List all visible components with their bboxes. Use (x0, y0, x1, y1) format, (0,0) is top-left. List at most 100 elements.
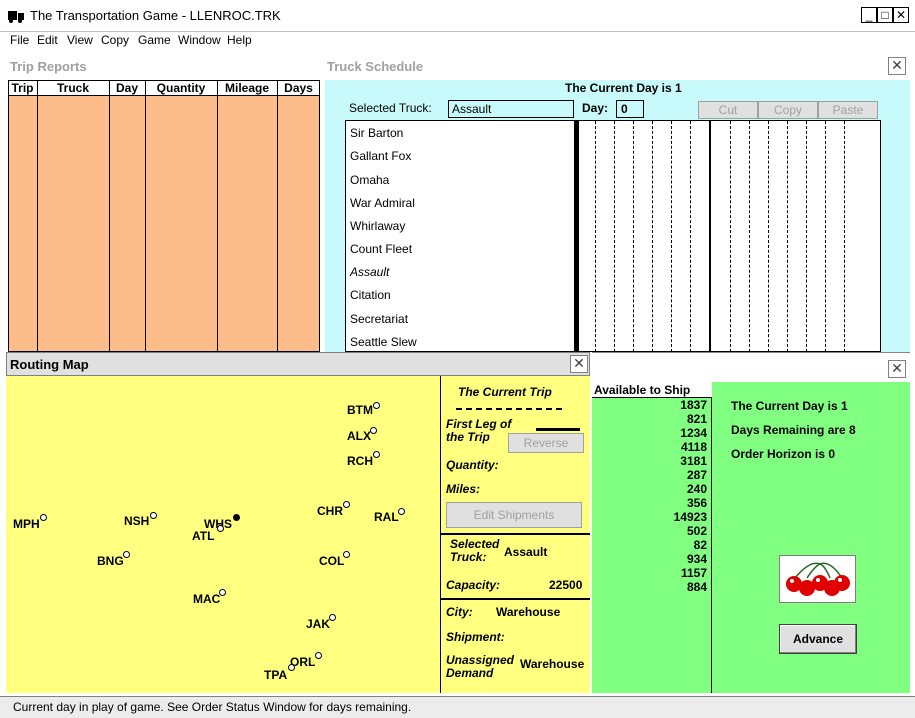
edit-shipments-button[interactable]: Edit Shipments (446, 502, 582, 528)
menu-view[interactable]: View (67, 33, 93, 47)
menu-edit[interactable]: Edit (37, 33, 58, 47)
grid-line (730, 121, 731, 352)
city-label: MAC (193, 592, 221, 606)
unassigned-demand-value: Warehouse (520, 657, 585, 671)
grid-line (825, 121, 826, 352)
available-value: 934 (686, 552, 707, 566)
grid-line (749, 121, 750, 352)
grid-separator (709, 121, 711, 352)
truck-item[interactable]: Gallant Fox (350, 149, 411, 163)
city-pin[interactable] (217, 525, 224, 532)
order-status-close-icon[interactable]: ✕ (888, 360, 906, 378)
cherries-icon (779, 555, 856, 603)
available-value: 82 (693, 538, 707, 552)
truck-item[interactable]: War Admiral (350, 196, 415, 210)
truck-item-selected[interactable]: Assault (350, 265, 389, 279)
maximize-button[interactable]: □ (877, 7, 893, 23)
city-pin[interactable] (288, 664, 295, 671)
city-pin[interactable] (219, 589, 226, 596)
city-label: BNG (97, 554, 124, 568)
city-pin[interactable] (343, 501, 350, 508)
available-value: 356 (686, 496, 707, 510)
order-status-titlebar (592, 352, 910, 382)
status-bar: Current day in play of game. See Order S… (0, 696, 915, 718)
available-value: 3181 (680, 454, 707, 468)
city-label: MPH (13, 517, 40, 531)
available-value: 1157 (680, 566, 707, 580)
col-trip[interactable]: Trip (8, 81, 37, 95)
trip-col-divider (145, 80, 146, 352)
city-pin[interactable] (373, 402, 380, 409)
col-truck[interactable]: Truck (37, 81, 109, 95)
schedule-close-icon[interactable]: ✕ (888, 57, 906, 75)
available-value: 1234 (680, 426, 707, 440)
available-value: 287 (686, 468, 707, 482)
trip-col-divider (277, 80, 278, 352)
minimize-button[interactable]: _ (861, 7, 877, 23)
routing-map-title: Routing Map (10, 357, 89, 372)
menu-window[interactable]: Window (178, 33, 221, 47)
city-pin[interactable] (315, 652, 322, 659)
city-label: COL (319, 554, 345, 568)
available-value: 821 (686, 412, 707, 426)
paste-button[interactable]: Paste (818, 101, 878, 119)
available-value: 4118 (680, 440, 707, 454)
col-quantity[interactable]: Quantity (145, 81, 217, 95)
days-remaining: Days Remaining are 8 (731, 423, 856, 437)
col-mileage[interactable]: Mileage (217, 81, 277, 95)
order-current-day: The Current Day is 1 (731, 399, 848, 413)
first-leg-line (536, 428, 580, 431)
truck-item[interactable]: Citation (350, 288, 391, 302)
grid-line (787, 121, 788, 352)
grid-line (633, 121, 634, 352)
city-label: RAL (374, 510, 399, 524)
city-pin[interactable] (370, 427, 377, 434)
grid-line (844, 121, 845, 352)
advance-button[interactable]: Advance (779, 624, 857, 654)
city-label: JAK (306, 617, 331, 631)
current-trip-label: The Current Trip (458, 385, 552, 399)
quantity-label: Quantity: (446, 458, 499, 472)
day-field[interactable]: 0 (616, 100, 644, 118)
side-divider (440, 598, 590, 600)
city-pin[interactable] (150, 512, 157, 519)
truck-item[interactable]: Seattle Slew (350, 335, 417, 349)
city-field-label: City: (446, 605, 473, 619)
city-pin[interactable] (398, 508, 405, 515)
available-value: 240 (686, 482, 707, 496)
col-days[interactable]: Days (277, 81, 320, 95)
city-pin[interactable] (373, 451, 380, 458)
truck-item[interactable]: Whirlaway (350, 219, 405, 233)
routing-map-close-icon[interactable]: ✕ (570, 355, 588, 373)
miles-label: Miles: (446, 482, 481, 496)
city-pin[interactable] (329, 614, 336, 621)
truck-item[interactable]: Count Fleet (350, 242, 412, 256)
city-pin[interactable] (40, 514, 47, 521)
truck-item[interactable]: Sir Barton (350, 126, 403, 140)
col-day[interactable]: Day (109, 81, 145, 95)
selected-truck-field[interactable]: Assault (448, 100, 574, 118)
routing-map[interactable] (6, 376, 440, 693)
city-label: NSH (124, 514, 150, 528)
city-label: RCH (347, 454, 373, 468)
shipment-label: Shipment: (446, 630, 505, 644)
city-pin[interactable] (343, 551, 350, 558)
grid-line (595, 121, 596, 352)
cut-button[interactable]: Cut (698, 101, 758, 119)
trip-reports-table (8, 80, 320, 352)
close-button[interactable]: ✕ (893, 7, 909, 23)
copy-button[interactable]: Copy (758, 101, 818, 119)
menu-game[interactable]: Game (138, 33, 171, 47)
grid-line (614, 121, 615, 352)
menu-copy[interactable]: Copy (101, 33, 129, 47)
reverse-button[interactable]: Reverse (508, 433, 584, 453)
menu-file[interactable]: File (10, 33, 29, 47)
menu-help[interactable]: Help (227, 33, 252, 47)
order-horizon: Order Horizon is 0 (731, 447, 836, 461)
warehouse-pin[interactable] (233, 514, 240, 521)
truck-item[interactable]: Secretariat (350, 312, 408, 326)
truck-item[interactable]: Omaha (350, 173, 389, 187)
day-label: Day: (582, 101, 609, 115)
city-pin[interactable] (123, 551, 130, 558)
app-icon (8, 11, 24, 23)
